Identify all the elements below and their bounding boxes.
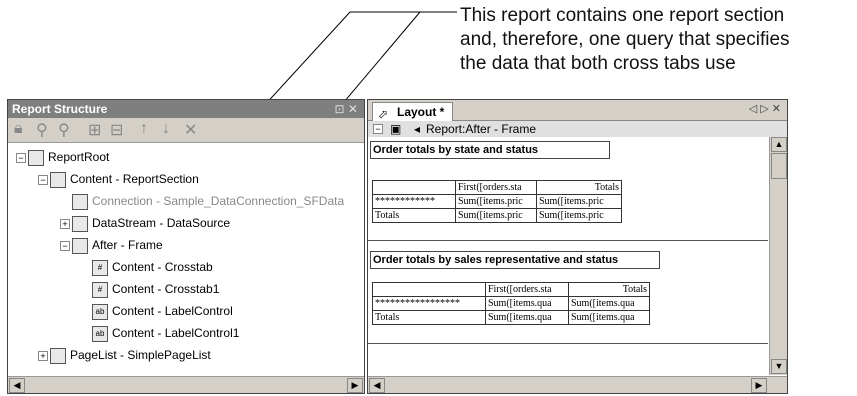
crosstab-1[interactable]: First([orders.sta Totals ************ Sum(…	[372, 180, 622, 223]
scroll-up-icon[interactable]: ▲	[771, 137, 787, 152]
scroll-thumb[interactable]	[771, 153, 787, 179]
expand-icon[interactable]: +	[38, 351, 48, 361]
tree-item-report-root[interactable]: ReportRoot	[28, 148, 109, 166]
scroll-left-icon[interactable]: ◀	[9, 378, 25, 393]
tree-item-datastream[interactable]: DataStream - DataSource	[72, 214, 230, 232]
tree-collapse-icon[interactable]: ⊟	[110, 120, 123, 140]
report-root-icon	[28, 149, 44, 166]
report-structure-panel: Report Structure ⊡ ✕ 🔒︎ ⚲ ⚲ ⊞ ⊟ ↑ ↓ ✕ − …	[7, 99, 365, 394]
datastream-icon	[72, 215, 88, 232]
scroll-right-icon[interactable]: ▶	[347, 378, 363, 393]
frame-icon: ▣	[390, 122, 402, 136]
collapse-icon[interactable]: −	[60, 241, 70, 251]
vertical-scrollbar[interactable]: ▲ ▼	[769, 137, 787, 375]
frame-label: Report:After - Frame	[426, 122, 537, 136]
scroll-right-icon[interactable]: ▶	[751, 378, 767, 393]
collapse-icon[interactable]: −	[373, 124, 383, 134]
layout-panel: ⬀ Layout * ◁ ▷ ✕ − ▣ ◂ Report:After - Fr…	[367, 99, 788, 394]
frame-header: − ▣ ◂ Report:After - Frame	[368, 121, 787, 138]
tree-item-crosstab[interactable]: # Content - Crosstab	[92, 258, 213, 276]
tree-item-pagelist[interactable]: PageList - SimplePageList	[50, 346, 211, 364]
delete-icon[interactable]: ✕	[184, 120, 197, 140]
panel-title: Report Structure ⊡ ✕	[8, 100, 364, 118]
label-state-status[interactable]: Order totals by state and status	[370, 141, 610, 159]
collapse-icon[interactable]: −	[16, 153, 26, 163]
crosstab-icon: #	[92, 281, 108, 298]
structure-toolbar: 🔒︎ ⚲ ⚲ ⊞ ⊟ ↑ ↓ ✕	[8, 118, 364, 143]
tab-nav-close-icon[interactable]: ◁ ▷ ✕	[749, 102, 781, 115]
label-salesrep-status[interactable]: Order totals by sales representative and…	[370, 251, 660, 269]
tab-layout[interactable]: ⬀ Layout *	[372, 102, 454, 121]
tree-item-crosstab1[interactable]: # Content - Crosstab1	[92, 280, 219, 298]
tree-item-connection[interactable]: Connection - Sample_DataConnection_SFDat…	[72, 192, 344, 210]
layout-canvas: Order totals by state and status First([…	[368, 137, 769, 375]
label-control-icon: ab	[92, 325, 108, 342]
lock-icon[interactable]: 🔒︎	[14, 120, 23, 138]
crosstab-2[interactable]: First([orders.sta Totals ****************…	[372, 282, 650, 325]
section-divider	[368, 343, 768, 344]
layout-tabbar: ⬀ Layout * ◁ ▷ ✕	[368, 100, 787, 121]
scroll-left-icon[interactable]: ◀	[369, 378, 385, 393]
horizontal-scrollbar[interactable]: ◀ ▶	[368, 376, 787, 393]
scroll-down-icon[interactable]: ▼	[771, 359, 787, 374]
move-down-icon[interactable]: ↓	[162, 120, 170, 138]
pagelist-icon	[50, 347, 66, 364]
frame-icon	[72, 237, 88, 254]
close-icon[interactable]: ⊡ ✕	[335, 100, 358, 118]
report-section-icon	[50, 171, 66, 188]
structure-tree: − ReportRoot − Content - ReportSection C…	[8, 144, 364, 375]
horizontal-scrollbar[interactable]: ◀ ▶	[8, 376, 364, 393]
expand-icon[interactable]: +	[60, 219, 70, 229]
move-up-icon[interactable]: ↑	[140, 120, 148, 138]
section-divider	[368, 240, 768, 241]
crosstab-icon: #	[92, 259, 108, 276]
tree-item-report-section[interactable]: Content - ReportSection	[50, 170, 199, 188]
tree-item-labelcontrol[interactable]: ab Content - LabelControl	[92, 302, 233, 320]
tree-expand-icon[interactable]: ⊞	[88, 120, 101, 140]
tree-item-labelcontrol1[interactable]: ab Content - LabelControl1	[92, 324, 239, 342]
label-control-icon: ab	[92, 303, 108, 320]
connection-icon	[72, 193, 88, 210]
tree-item-after-frame[interactable]: After - Frame	[72, 236, 163, 254]
find-next-icon[interactable]: ⚲	[58, 120, 70, 140]
collapse-icon[interactable]: −	[38, 175, 48, 185]
pointer-icon: ◂	[414, 122, 421, 136]
find-icon[interactable]: ⚲	[36, 120, 48, 140]
